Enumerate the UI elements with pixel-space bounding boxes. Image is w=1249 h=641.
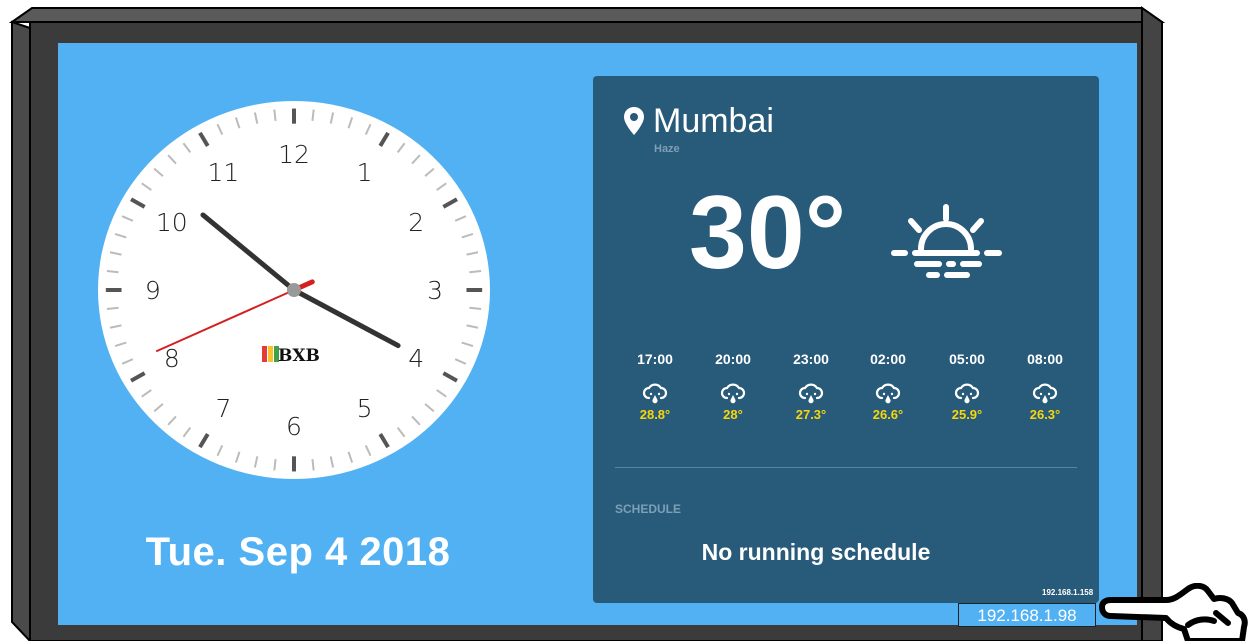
location-pin-icon [624,107,644,135]
forecast-temp: 27.3° [795,407,827,422]
cloud-rain-icon [875,383,901,404]
minute-tick [273,109,277,121]
clock-numeral: 10 [156,208,188,237]
location-row: Mumbai [623,101,774,141]
weather-panel: Mumbai Haze 30° 17:00 28.8° 20:00 28° 23… [593,76,1099,603]
clock-numeral: 12 [278,140,310,169]
minute-tick [106,306,119,310]
forecast-item: 08:00 26.3° [1015,349,1075,422]
clock-numeral: 6 [286,412,302,441]
cloud-rain-icon [720,383,746,404]
clock-numeral: 1 [357,158,373,187]
forecast-temp: 28.8° [639,407,671,422]
cloud-rain-icon [642,383,668,404]
screen: 12 1 2 3 4 5 6 7 8 9 10 11 BXB Tue. Sep 4 2018 Mumb… [58,43,1137,625]
display-stage: 12 1 2 3 4 5 6 7 8 9 10 11 BXB Tue. Sep 4 2018 Mumb… [0,0,1249,641]
clock-numeral: 2 [408,208,424,237]
forecast-item: 17:00 28.8° [625,349,685,422]
city-name: Mumbai [653,102,774,140]
minute-tick [469,306,482,310]
schedule-status: No running schedule [701,539,931,565]
minute-tick [469,270,482,274]
minute-tick [311,109,315,121]
clock-numeral: 3 [427,276,443,305]
weather-condition: Haze [654,143,680,155]
forecast-item: 05:00 25.9° [937,349,997,422]
device-ip-small: 192.168.1.158 [1042,588,1094,597]
clock-numeral: 11 [208,158,240,187]
clock-center-pin [287,283,301,297]
forecast-item: 23:00 27.3° [781,349,841,422]
cloud-rain-icon [798,383,824,404]
forecast-time: 20:00 [715,351,751,367]
forecast-time: 17:00 [637,351,673,367]
current-date: Tue. Sep 4 2018 [145,530,451,574]
clock-numeral: 5 [357,394,373,423]
clock-numeral: 4 [408,344,424,373]
forecast-time: 23:00 [793,351,829,367]
minute-tick [311,459,315,471]
analog-clock: 121234567891011 BXB [98,101,490,479]
clock-numeral: 8 [164,344,180,373]
cloud-rain-icon [1032,383,1058,404]
clock-numeral: 9 [145,276,161,305]
pointing-hand-icon [1099,583,1248,641]
forecast-time: 02:00 [870,351,906,367]
forecast-temp: 26.6° [872,407,904,422]
forecast-item: 02:00 26.6° [858,349,918,422]
clock-numeral: 7 [215,394,231,423]
forecast-time: 08:00 [1027,351,1063,367]
current-temperature: 30° [689,175,847,291]
cloud-rain-icon [954,383,980,404]
panel-divider [615,467,1077,468]
forecast-temp: 26.3° [1029,407,1061,422]
hourly-forecast: 17:00 28.8° 20:00 28° 23:00 27.3° 02:00 [615,349,1093,439]
forecast-temp: 28° [723,407,743,422]
minute-tick [106,270,119,274]
schedule-label: SCHEDULE [615,502,682,516]
sunrise-haze-icon [891,204,1002,278]
forecast-temp: 25.9° [951,407,983,422]
minute-tick [273,459,277,471]
device-ip-label: 192.168.1.98 [958,603,1096,627]
clock-logo-text: BXB [278,346,320,366]
forecast-time: 05:00 [949,351,985,367]
forecast-item: 20:00 28° [703,349,763,422]
